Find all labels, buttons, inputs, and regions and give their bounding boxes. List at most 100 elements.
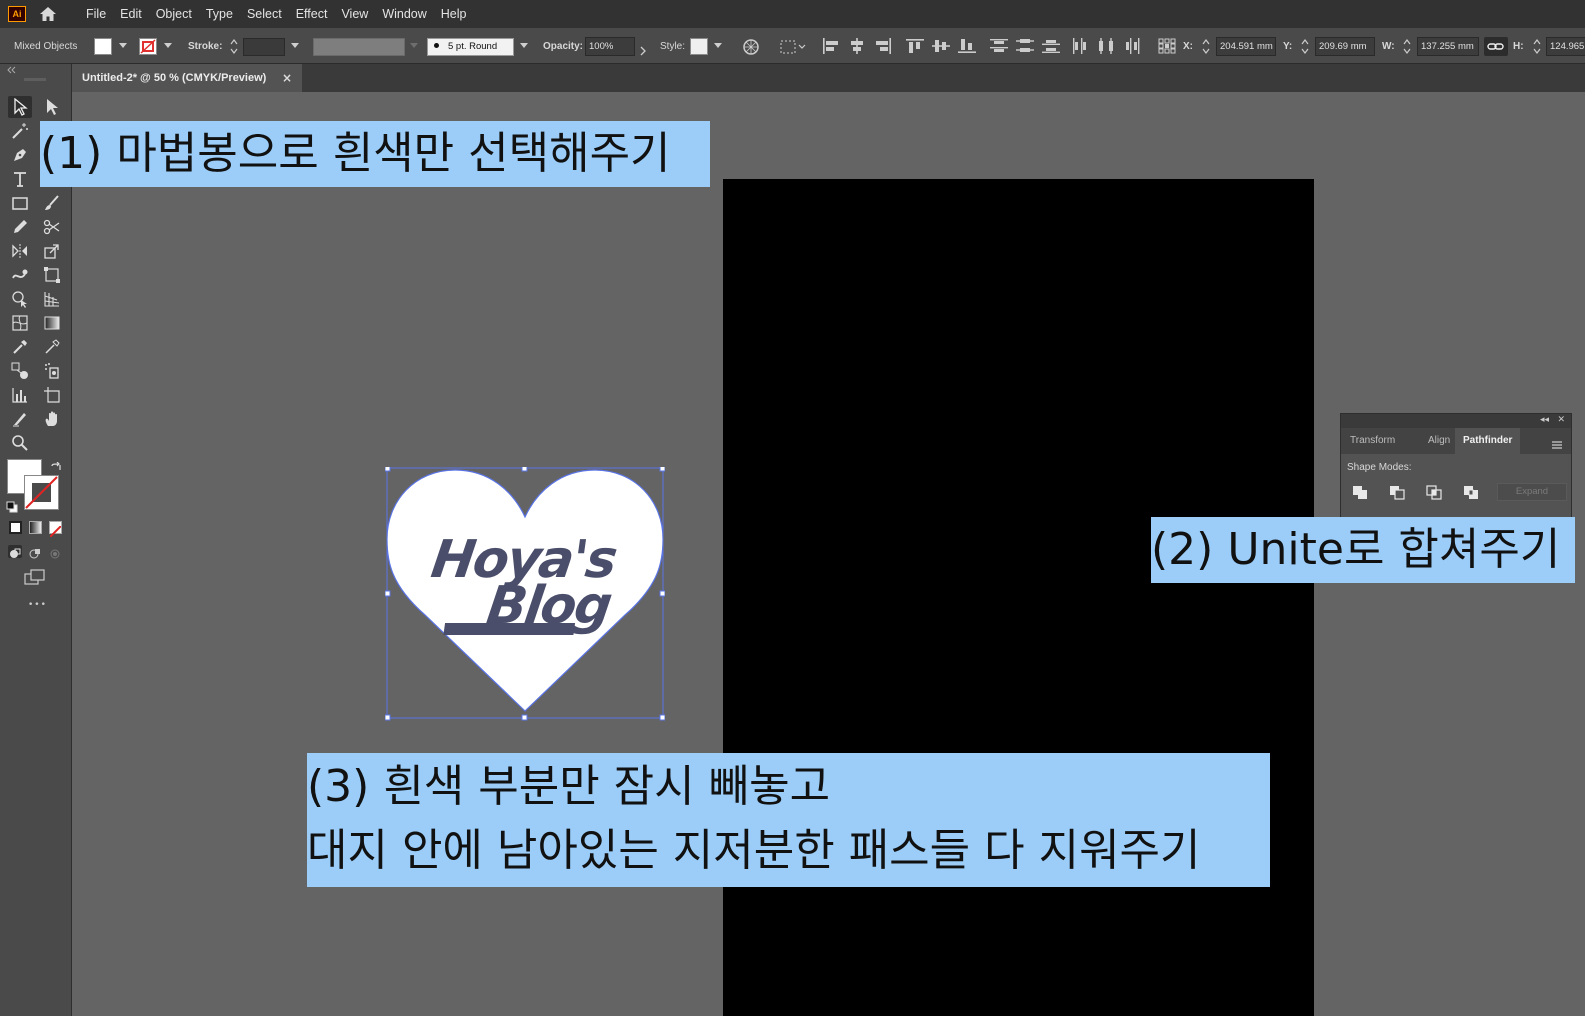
opacity-field[interactable]: 100% — [585, 37, 635, 56]
align-left-icon[interactable] — [822, 38, 840, 54]
stroke-dropdown-arrow[interactable] — [164, 43, 172, 48]
collapse-panel-icon[interactable] — [6, 66, 16, 76]
mesh-tool-icon[interactable] — [8, 312, 32, 334]
type-tool-icon[interactable] — [8, 168, 32, 190]
magic-wand-tool-icon[interactable] — [8, 120, 32, 142]
shape-builder-tool-icon[interactable] — [8, 288, 32, 310]
y-stepper[interactable] — [1301, 38, 1309, 55]
stroke-weight-field[interactable] — [243, 38, 285, 56]
stroke-color-box[interactable] — [24, 475, 59, 510]
align-top-icon[interactable] — [906, 38, 924, 54]
recolor-artwork-icon[interactable] — [742, 38, 760, 60]
draw-inside-icon[interactable] — [48, 545, 62, 564]
rectangle-tool-icon[interactable] — [8, 192, 32, 214]
pencil-tool-icon[interactable] — [8, 216, 32, 238]
align-hcenter-icon[interactable] — [848, 38, 866, 54]
eyedropper-tool-icon[interactable] — [8, 336, 32, 358]
align-bottom-icon[interactable] — [958, 38, 976, 54]
y-field[interactable]: 209.69 mm — [1315, 37, 1375, 56]
distribute-options-icon[interactable] — [780, 39, 806, 59]
heart-logo-artwork[interactable]: Hoya's Blog — [384, 465, 666, 722]
swap-fill-stroke-icon[interactable] — [50, 459, 62, 478]
distribute-top-icon[interactable] — [990, 38, 1008, 54]
align-right-icon[interactable] — [874, 38, 892, 54]
column-graph-tool-icon[interactable] — [8, 384, 32, 406]
w-stepper[interactable] — [1403, 38, 1411, 55]
brush-dropdown[interactable] — [520, 43, 528, 48]
panel-collapse-icon[interactable]: ◂◂ — [1540, 415, 1549, 425]
minus-front-icon[interactable] — [1388, 484, 1406, 500]
tab-align[interactable]: Align — [1428, 428, 1450, 454]
brush-definition-field[interactable]: 5 pt. Round — [427, 38, 514, 56]
menu-view[interactable]: View — [341, 7, 368, 21]
menu-window[interactable]: Window — [382, 7, 426, 21]
distribute-right-icon[interactable] — [1124, 38, 1142, 54]
w-field[interactable]: 137.255 mm — [1417, 37, 1479, 56]
distribute-left-icon[interactable] — [1072, 38, 1090, 54]
measure-tool-icon[interactable] — [40, 336, 64, 358]
distribute-hcenter-icon[interactable] — [1098, 38, 1116, 54]
menu-file[interactable]: File — [86, 7, 106, 21]
stroke-swatch[interactable] — [139, 38, 157, 55]
blend-tool-icon[interactable] — [8, 360, 32, 382]
menu-type[interactable]: Type — [206, 7, 233, 21]
selection-tool-icon[interactable] — [8, 96, 32, 118]
scale-tool-icon[interactable] — [40, 240, 64, 262]
exclude-icon[interactable] — [1462, 484, 1480, 500]
gradient-tool-icon[interactable] — [40, 312, 64, 334]
menu-effect[interactable]: Effect — [296, 7, 328, 21]
draw-behind-icon[interactable] — [28, 545, 42, 564]
tab-pathfinder[interactable]: Pathfinder — [1455, 428, 1521, 454]
variable-width-profile[interactable] — [313, 38, 405, 56]
x-field[interactable]: 204.591 mm — [1216, 37, 1276, 56]
home-icon[interactable] — [38, 5, 58, 23]
graphic-style-swatch[interactable] — [690, 38, 708, 55]
menu-object[interactable]: Object — [156, 7, 192, 21]
graphic-style-dropdown[interactable] — [714, 43, 722, 48]
direct-selection-tool-icon[interactable] — [40, 96, 64, 118]
profile-dropdown[interactable] — [410, 43, 418, 48]
zoom-tool-icon[interactable] — [8, 432, 32, 454]
stroke-weight-dropdown[interactable] — [291, 43, 299, 48]
menu-edit[interactable]: Edit — [120, 7, 142, 21]
x-stepper[interactable] — [1202, 38, 1210, 55]
default-fill-stroke-icon[interactable] — [6, 498, 18, 517]
draw-normal-icon[interactable] — [8, 545, 22, 558]
expand-button[interactable]: Expand — [1497, 483, 1567, 501]
panel-title-bar[interactable]: ◂◂ ✕ — [1341, 414, 1571, 428]
align-vcenter-icon[interactable] — [932, 38, 950, 54]
fill-swatch[interactable] — [94, 38, 112, 55]
change-screen-mode-icon[interactable] — [24, 569, 46, 589]
scissors-tool-icon[interactable] — [40, 216, 64, 238]
h-field[interactable]: 124.965 — [1546, 37, 1585, 56]
close-tab-icon[interactable]: × — [282, 71, 292, 85]
gradient-mode-icon[interactable] — [29, 521, 42, 534]
unite-icon[interactable] — [1351, 484, 1369, 500]
document-tab[interactable]: Untitled-2* @ 50 % (CMYK/Preview) × — [72, 64, 302, 92]
h-stepper[interactable] — [1533, 38, 1541, 55]
hand-tool-icon[interactable] — [40, 408, 64, 430]
panel-close-icon[interactable]: ✕ — [1557, 415, 1565, 425]
slice-tool-icon[interactable] — [8, 408, 32, 430]
constrain-proportions-link-icon[interactable] — [1484, 37, 1508, 56]
distribute-vcenter-icon[interactable] — [1016, 38, 1034, 54]
free-transform-tool-icon[interactable] — [40, 264, 64, 286]
reference-point-icon[interactable] — [1158, 38, 1176, 54]
reflect-tool-icon[interactable] — [8, 240, 32, 262]
artboard[interactable] — [723, 179, 1314, 1016]
paintbrush-tool-icon[interactable] — [40, 192, 64, 214]
perspective-grid-tool-icon[interactable] — [40, 288, 64, 310]
artboard-tool-icon[interactable] — [40, 384, 64, 406]
stroke-weight-stepper[interactable] — [230, 38, 238, 55]
edit-toolbar-more-icon[interactable]: ••• — [28, 600, 47, 610]
tab-transform[interactable]: Transform — [1350, 428, 1395, 454]
symbol-sprayer-tool-icon[interactable] — [40, 360, 64, 382]
color-mode-icon[interactable] — [9, 521, 22, 534]
pen-tool-icon[interactable] — [8, 144, 32, 166]
opacity-expand-arrow[interactable] — [640, 41, 646, 60]
panel-menu-icon[interactable] — [1551, 435, 1563, 449]
menu-help[interactable]: Help — [441, 7, 467, 21]
none-mode-icon[interactable] — [49, 521, 62, 538]
warp-tool-icon[interactable] — [8, 264, 32, 286]
intersect-icon[interactable] — [1425, 484, 1443, 500]
